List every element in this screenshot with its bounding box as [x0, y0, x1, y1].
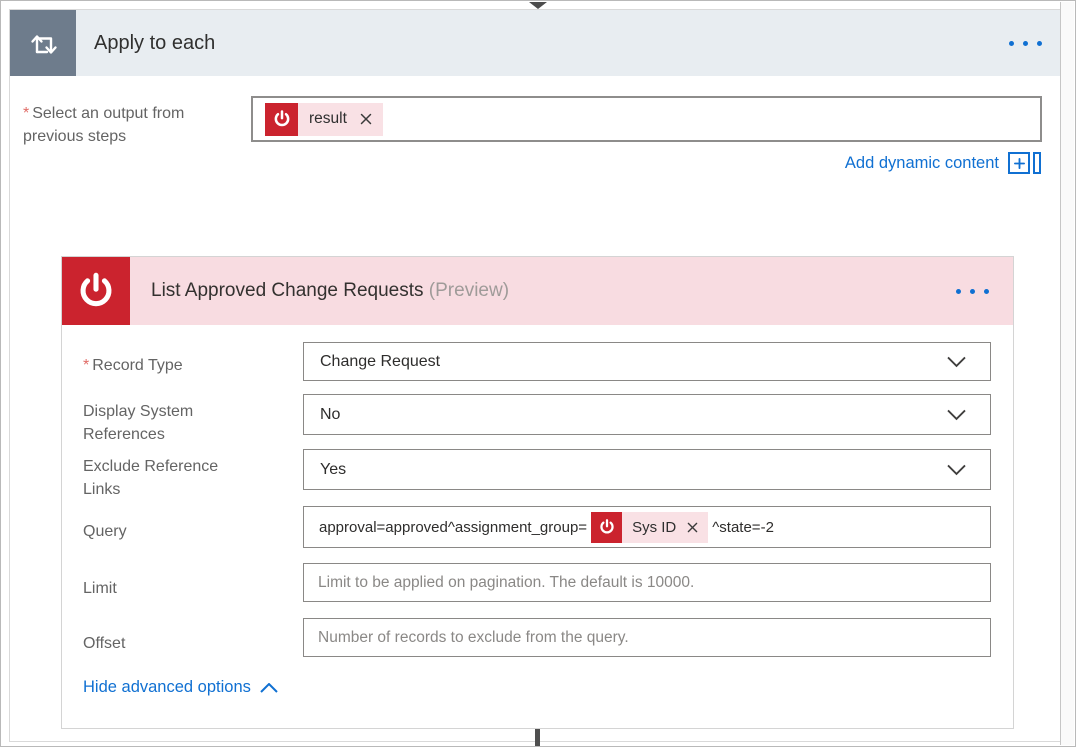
output-input[interactable]: result — [251, 96, 1042, 142]
output-field-label: *Select an output from previous steps — [23, 102, 201, 148]
preview-badge: (Preview) — [429, 280, 509, 301]
token-label: Sys ID — [632, 519, 676, 536]
servicenow-power-icon — [265, 103, 298, 136]
apply-to-each-header[interactable]: Apply to each — [10, 10, 1062, 76]
display-system-references-label: Display System References — [83, 394, 255, 446]
list-approved-change-requests-card: List Approved Change Requests (Preview) … — [61, 256, 1014, 729]
hide-advanced-options-link[interactable]: Hide advanced options — [83, 678, 278, 697]
query-text-after: ^state=-2 — [712, 519, 774, 536]
limit-label: Limit — [83, 563, 255, 600]
chevron-down-icon — [947, 354, 966, 372]
offset-input[interactable] — [304, 619, 990, 656]
dropdown-value: Change Request — [320, 353, 440, 371]
required-asterisk: * — [83, 357, 89, 374]
required-asterisk: * — [23, 105, 29, 122]
remove-token-icon[interactable] — [687, 522, 698, 533]
add-dynamic-content[interactable]: Add dynamic content — [845, 152, 1041, 174]
apply-to-each-title: Apply to each — [94, 32, 215, 55]
record-type-dropdown[interactable]: Change Request — [303, 342, 991, 381]
servicenow-power-icon — [62, 257, 130, 325]
remove-token-icon[interactable] — [360, 113, 372, 125]
query-input[interactable]: approval=approved^assignment_group= — [303, 506, 991, 548]
dropdown-value: Yes — [320, 461, 346, 479]
offset-input-wrap — [303, 618, 991, 657]
chevron-up-icon — [260, 683, 278, 693]
dropdown-value: No — [320, 406, 340, 424]
vertical-scrollbar[interactable] — [1060, 2, 1074, 745]
action-menu-button[interactable] — [950, 283, 995, 300]
apply-to-each-body: *Select an output from previous steps re… — [10, 76, 1062, 741]
token-label: result — [309, 110, 347, 128]
query-label: Query — [83, 506, 255, 543]
action-title: List Approved Change Requests (Preview) — [151, 280, 509, 302]
action-parameters: *Record Type Change Request Display Syst… — [62, 325, 1013, 728]
query-text-before: approval=approved^assignment_group= — [319, 519, 587, 536]
flow-designer-canvas: Apply to each *Select an output from pre… — [0, 0, 1076, 747]
servicenow-power-icon — [591, 512, 622, 543]
chevron-down-icon — [947, 462, 966, 480]
limit-input[interactable] — [304, 564, 990, 601]
apply-to-each-menu-button[interactable] — [1003, 35, 1048, 52]
field-row-display-system-references: Display System References No — [82, 394, 993, 435]
action-header[interactable]: List Approved Change Requests (Preview) — [62, 257, 1013, 325]
connector-line-bottom — [535, 729, 540, 747]
loop-icon — [10, 10, 76, 76]
add-dynamic-content-link[interactable]: Add dynamic content — [845, 154, 999, 173]
display-system-references-dropdown[interactable]: No — [303, 394, 991, 435]
dynamic-content-token-sys-id[interactable]: Sys ID — [591, 512, 708, 543]
apply-to-each-card: Apply to each *Select an output from pre… — [9, 9, 1063, 742]
ellipsis-icon — [956, 289, 989, 294]
limit-input-wrap — [303, 563, 991, 602]
field-row-exclude-reference-links: Exclude Reference Links Yes — [82, 449, 993, 490]
offset-label: Offset — [83, 618, 255, 655]
dynamic-content-token-result[interactable]: result — [265, 103, 383, 136]
exclude-reference-links-dropdown[interactable]: Yes — [303, 449, 991, 490]
record-type-label: *Record Type — [83, 342, 255, 377]
chevron-down-icon — [947, 407, 966, 425]
field-row-record-type: *Record Type Change Request — [82, 342, 993, 381]
exclude-reference-links-label: Exclude Reference Links — [83, 449, 255, 501]
connector-arrow-top-icon — [529, 2, 547, 9]
ellipsis-icon — [1009, 41, 1042, 46]
dynamic-content-flyout-icon[interactable] — [1008, 152, 1041, 174]
